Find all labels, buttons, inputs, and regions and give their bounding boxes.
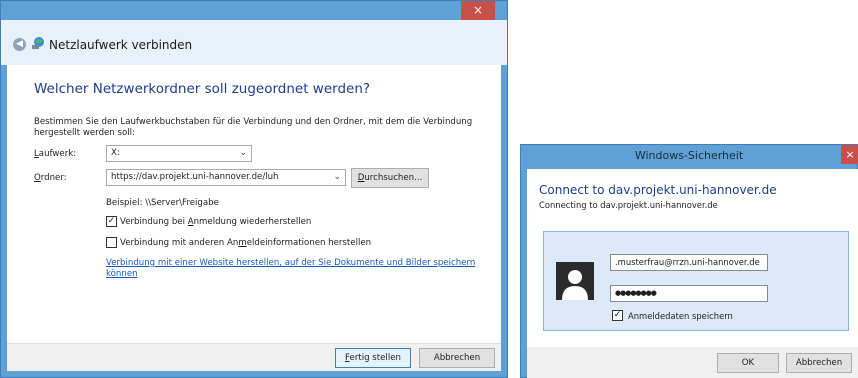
save-credentials-checkbox[interactable]: ✓ xyxy=(612,310,623,321)
dialog-footer: OK Abbrechen xyxy=(527,347,858,378)
network-drive-icon xyxy=(32,37,44,49)
cancel-button[interactable]: Abbrechen xyxy=(786,353,852,373)
save-credentials-label[interactable]: Anmeldedaten speichern xyxy=(628,311,733,321)
example-text: Beispiel: \\Server\Freigabe xyxy=(106,198,219,208)
dialog-header xyxy=(1,1,507,65)
reconnect-label[interactable]: Verbindung bei Anmeldung wiederherstelle… xyxy=(120,217,311,227)
cancel-button[interactable]: Abbrechen xyxy=(419,348,495,368)
username-input[interactable]: .musterfrau@rrzn.uni-hannover.de xyxy=(610,254,768,271)
password-input[interactable]: ●●●●●●●● xyxy=(610,285,768,302)
website-connect-link[interactable]: Verbindung mit einer Website herstellen,… xyxy=(106,258,486,280)
back-arrow-icon[interactable]: ◀ xyxy=(13,38,26,51)
finish-button[interactable]: Fertig stellen xyxy=(335,348,411,368)
window-title: Windows-Sicherheit xyxy=(634,149,744,162)
chevron-down-icon: ⌄ xyxy=(333,172,341,182)
other-credentials-checkbox[interactable] xyxy=(106,237,117,248)
dialog-content: Connect to dav.projekt.uni-hannover.de C… xyxy=(527,169,858,351)
reconnect-checkbox[interactable]: ✓ xyxy=(106,216,117,227)
windows-security-dialog: Windows-Sicherheit × Connect to dav.proj… xyxy=(520,144,858,378)
browse-button[interactable]: Durchsuchen... xyxy=(351,168,429,188)
map-network-drive-dialog: × ◀ Netzlaufwerk verbinden Welcher Netzw… xyxy=(0,0,508,378)
connect-subheading: Connecting to dav.projekt.uni-hannover.d… xyxy=(539,200,718,210)
window-title: Netzlaufwerk verbinden xyxy=(49,38,193,52)
ok-button[interactable]: OK xyxy=(717,353,779,373)
close-button[interactable]: × xyxy=(841,145,858,164)
folder-label: Ordner: xyxy=(34,173,67,183)
dialog-footer: Fertig stellen Abbrechen xyxy=(7,343,501,371)
connect-heading: Connect to dav.projekt.uni-hannover.de xyxy=(539,183,777,197)
instructions-text: Bestimmen Sie den Laufwerkbuchstaben für… xyxy=(34,117,473,138)
other-credentials-label[interactable]: Verbindung mit anderen Anmeldeinformatio… xyxy=(120,238,371,248)
user-avatar-icon xyxy=(556,262,594,300)
drive-label: Laufwerk: xyxy=(34,149,77,159)
folder-path-input[interactable]: https://dav.projekt.uni-hannover.de/luh … xyxy=(106,169,346,186)
page-title: Welcher Netzwerkordner soll zugeordnet w… xyxy=(34,81,371,97)
chevron-down-icon: ⌄ xyxy=(239,148,247,158)
drive-letter-select[interactable]: X: ⌄ xyxy=(106,145,252,162)
credential-tile: .musterfrau@rrzn.uni-hannover.de ●●●●●●●… xyxy=(543,231,849,331)
dialog-content: Welcher Netzwerkordner soll zugeordnet w… xyxy=(7,65,501,343)
close-button[interactable]: × xyxy=(461,1,495,20)
